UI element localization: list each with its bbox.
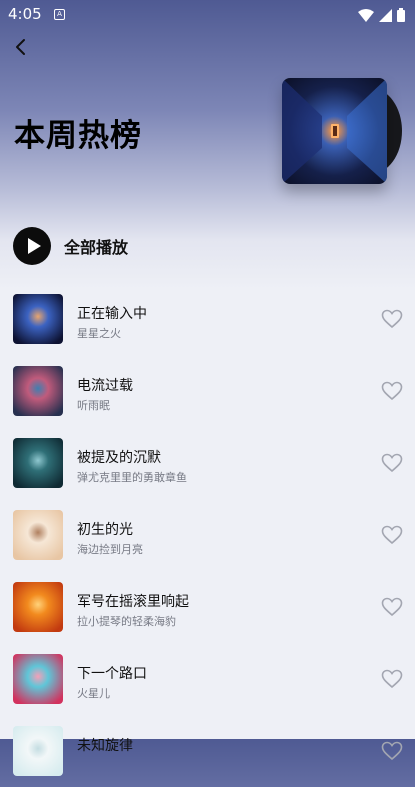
signal-icon (379, 8, 392, 22)
song-row[interactable]: 被提及的沉默弹尤克里里的勇敢章鱼 (0, 427, 415, 499)
song-title: 电流过载 (77, 378, 133, 394)
back-arrow-icon[interactable] (10, 36, 32, 58)
song-row[interactable]: 初生的光海边捡到月亮 (0, 499, 415, 571)
play-icon[interactable] (13, 227, 51, 265)
system-icons (358, 8, 405, 22)
app-notification-icon: A (54, 9, 65, 20)
battery-icon (397, 8, 405, 22)
song-row[interactable]: 电流过载 听雨眠 (0, 355, 415, 427)
song-thumbnail (13, 294, 63, 344)
song-row[interactable]: 未知旋律 (0, 715, 415, 787)
song-thumbnail (13, 726, 63, 776)
page-title: 本周热榜 (14, 118, 142, 154)
heart-icon[interactable] (381, 453, 403, 473)
song-artist: 火星儿 (77, 687, 110, 700)
play-all-label: 全部播放 (64, 238, 129, 257)
heart-icon[interactable] (381, 669, 403, 689)
cover-image (282, 78, 387, 184)
song-thumbnail (13, 654, 63, 704)
wifi-icon (358, 8, 374, 22)
song-thumbnail (13, 510, 63, 560)
heart-icon[interactable] (381, 381, 403, 401)
heart-icon[interactable] (381, 741, 403, 761)
song-row[interactable]: 正在输入中 星星之火 (0, 283, 415, 355)
song-row[interactable]: 下一个路口 火星儿 (0, 643, 415, 715)
song-list: 正在输入中星星之火电流过载听雨眠被提及的沉默弹尤克里里的勇敢章鱼 初生的光海边捡到… (0, 283, 415, 787)
song-title: 被提及的沉默 (77, 450, 161, 466)
heart-icon[interactable] (381, 597, 403, 617)
song-title: 下一个路口 (77, 666, 147, 682)
song-thumbnail (13, 366, 63, 416)
song-artist: 听雨眠 (77, 399, 110, 412)
heart-icon[interactable] (381, 525, 403, 545)
status-time: 4:05 (8, 5, 42, 23)
heart-icon[interactable] (381, 309, 403, 329)
play-all-button[interactable]: 全部播放 (13, 227, 128, 265)
song-artist: 弹尤克里里的勇敢章鱼 (77, 471, 187, 484)
song-row[interactable]: 军号在摇滚里响起 拉小提琴的轻柔海豹 (0, 571, 415, 643)
song-thumbnail (13, 438, 63, 488)
song-artist: 星星之火 (77, 327, 121, 340)
song-title: 未知旋律 (77, 738, 133, 754)
song-title: 军号在摇滚里响起 (77, 594, 189, 610)
song-thumbnail (13, 582, 63, 632)
song-title: 初生的光 (77, 522, 133, 538)
song-artist: 海边捡到月亮 (77, 543, 143, 556)
song-title: 正在输入中 (77, 306, 147, 322)
status-bar: 4:05 A (0, 0, 415, 30)
playlist-cover (282, 78, 402, 184)
song-artist: 拉小提琴的轻柔海豹 (77, 615, 176, 628)
